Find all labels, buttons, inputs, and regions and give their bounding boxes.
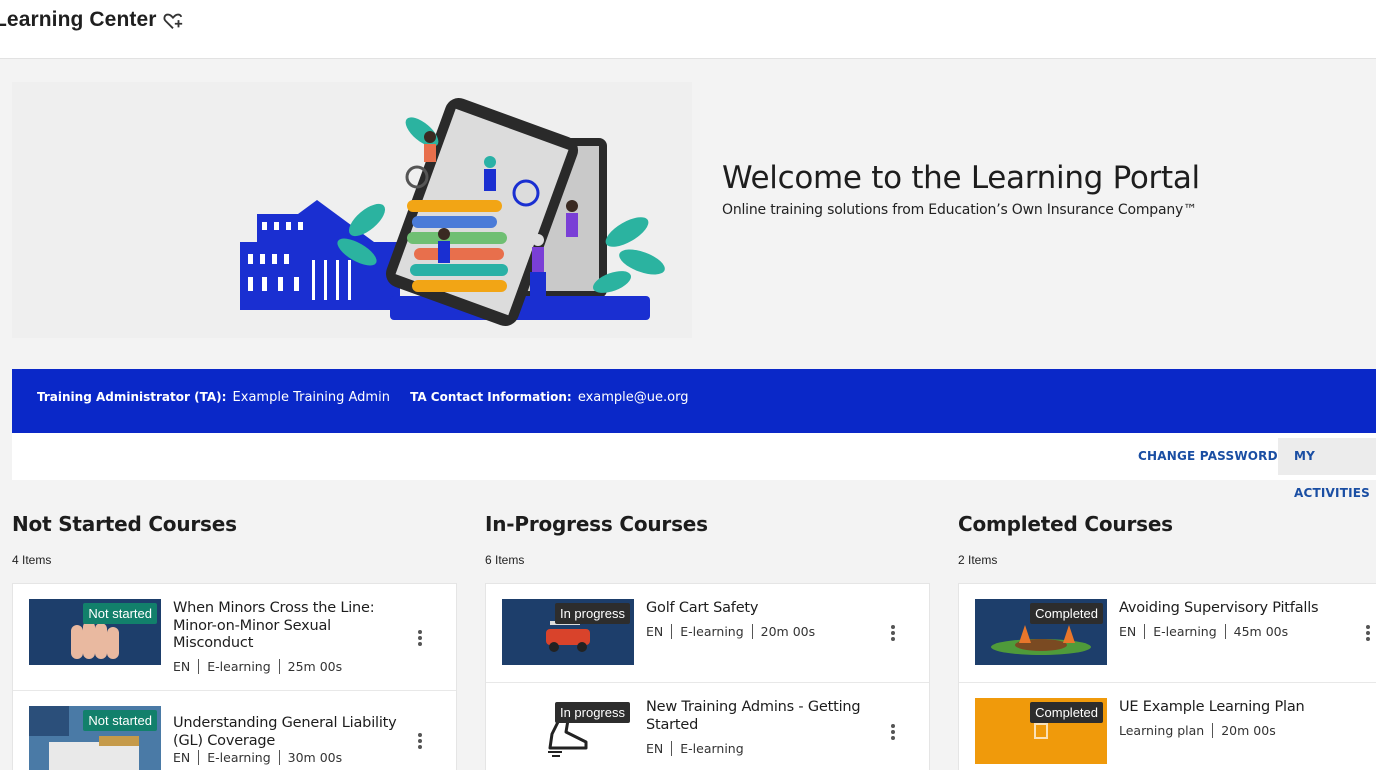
column-title: Completed Courses xyxy=(958,512,1173,536)
learning-illustration xyxy=(240,98,665,326)
course-title[interactable]: When Minors Cross the Line: Minor-on-Min… xyxy=(173,600,403,653)
course-card[interactable]: In progress Golf Cart Safety EN E-learnin… xyxy=(486,584,929,683)
welcome-subtitle: Online training solutions from Education… xyxy=(722,202,1197,218)
welcome-heading: Welcome to the Learning Portal xyxy=(722,160,1200,196)
column-title: Not Started Courses xyxy=(12,512,237,536)
status-badge: In progress xyxy=(554,603,630,624)
course-type: E-learning xyxy=(680,624,744,639)
course-card[interactable]: Completed UE Example Learning Plan Learn… xyxy=(959,683,1376,770)
course-thumbnail[interactable]: Completed xyxy=(975,698,1107,764)
ta-contact-value[interactable]: example@ue.org xyxy=(578,390,689,405)
course-type: E-learning xyxy=(207,659,271,674)
more-options-icon[interactable] xyxy=(414,629,426,647)
action-bar: CHANGE PASSWORD MY ACTIVITIES xyxy=(12,433,1376,500)
course-list: Completed Avoiding Supervisory Pitfalls … xyxy=(958,583,1376,770)
course-list: In progress Golf Cart Safety EN E-learnin… xyxy=(485,583,930,770)
course-meta: EN E-learning 30m 00s xyxy=(173,750,342,765)
item-count: 6 Items xyxy=(485,553,525,567)
item-count: 4 Items xyxy=(12,553,52,567)
course-title[interactable]: Understanding General Liability (GL) Cov… xyxy=(173,715,403,750)
column-title: In-Progress Courses xyxy=(485,512,708,536)
status-badge: In progress xyxy=(554,702,630,723)
change-password-button[interactable]: CHANGE PASSWORD xyxy=(1138,433,1278,475)
course-type: E-learning xyxy=(680,741,744,756)
course-card[interactable]: In progress New Training Admins - Gettin… xyxy=(486,683,929,770)
course-duration: 25m 00s xyxy=(287,659,343,674)
ta-contact-label: TA Contact Information: xyxy=(410,390,572,404)
in-progress-column: In-Progress Courses 6 Items In progress … xyxy=(485,500,930,770)
course-language: EN xyxy=(646,624,664,639)
course-language: EN xyxy=(173,659,191,674)
course-thumbnail[interactable]: In progress xyxy=(502,599,634,665)
ta-label: Training Administrator (TA): xyxy=(37,390,227,404)
course-duration: 45m 00s xyxy=(1233,624,1289,639)
course-duration: 30m 00s xyxy=(287,750,343,765)
course-card[interactable]: Not started Understanding General Liabil… xyxy=(13,691,456,770)
course-language: EN xyxy=(173,750,191,765)
course-duration: 20m 00s xyxy=(1221,723,1276,738)
course-title[interactable]: Avoiding Supervisory Pitfalls xyxy=(1119,600,1349,618)
course-language: EN xyxy=(646,741,664,756)
course-meta: EN E-learning xyxy=(646,741,744,756)
course-card[interactable]: Not started When Minors Cross the Line: … xyxy=(13,584,456,691)
course-thumbnail[interactable]: Completed xyxy=(975,599,1107,665)
course-language: EN xyxy=(1119,624,1137,639)
status-badge: Completed xyxy=(1030,603,1103,624)
more-options-icon[interactable] xyxy=(414,732,426,750)
course-meta: EN E-learning 20m 00s xyxy=(646,624,815,639)
hero-illustration xyxy=(12,82,692,338)
welcome-section: Welcome to the Learning Portal Online tr… xyxy=(722,160,1342,218)
course-type: E-learning xyxy=(207,750,271,765)
course-title[interactable]: New Training Admins - Getting Started xyxy=(646,699,876,734)
item-count: 2 Items xyxy=(958,553,998,567)
heart-plus-icon[interactable] xyxy=(162,10,184,32)
course-duration: 20m 00s xyxy=(760,624,816,639)
course-list: Not started When Minors Cross the Line: … xyxy=(12,583,457,770)
not-started-column: Not Started Courses 4 Items Not started … xyxy=(12,500,457,770)
my-activities-button[interactable]: MY ACTIVITIES xyxy=(1278,438,1376,500)
training-admin-bar: Training Administrator (TA): Example Tra… xyxy=(12,369,1376,433)
course-meta: Learning plan 20m 00s xyxy=(1119,723,1276,738)
status-badge: Not started xyxy=(83,603,157,624)
course-thumbnail[interactable]: Not started xyxy=(29,706,161,770)
more-options-icon[interactable] xyxy=(887,723,899,741)
course-title[interactable]: Golf Cart Safety xyxy=(646,600,876,618)
course-thumbnail[interactable]: Not started xyxy=(29,599,161,665)
status-badge: Completed xyxy=(1030,702,1103,723)
more-options-icon[interactable] xyxy=(1362,624,1374,642)
course-meta: EN E-learning 45m 00s xyxy=(1119,624,1288,639)
course-type: E-learning xyxy=(1153,624,1217,639)
top-bar: Learning Center xyxy=(0,0,1376,59)
ta-value: Example Training Admin xyxy=(232,390,390,405)
course-card[interactable]: Completed Avoiding Supervisory Pitfalls … xyxy=(959,584,1376,683)
course-title[interactable]: UE Example Learning Plan xyxy=(1119,699,1349,717)
status-badge: Not started xyxy=(83,710,157,731)
completed-column: Completed Courses 2 Items Completed Avoi… xyxy=(958,500,1376,770)
course-thumbnail[interactable]: In progress xyxy=(502,698,634,764)
course-type: Learning plan xyxy=(1119,723,1205,738)
course-meta: EN E-learning 25m 00s xyxy=(173,659,342,674)
page-title: Learning Center xyxy=(0,8,157,31)
more-options-icon[interactable] xyxy=(887,624,899,642)
